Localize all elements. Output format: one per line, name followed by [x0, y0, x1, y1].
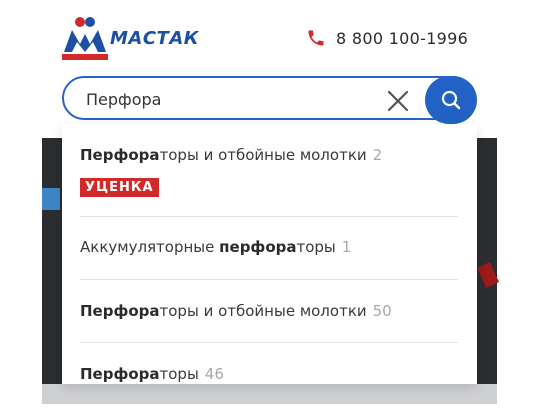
suggestion-rest: торы и отбойные молотки	[159, 146, 367, 164]
search-box	[62, 76, 474, 120]
suggestion-count: 1	[341, 238, 352, 256]
suggestion-item[interactable]: Перфораторы и отбойные молотки 50	[80, 302, 460, 320]
suggestion-item[interactable]: Перфораторы и отбойные молотки 2	[80, 146, 460, 164]
suggestion-match: Перфора	[80, 146, 160, 164]
header-phone[interactable]: 8 800 100-1996	[306, 28, 468, 48]
background-banner-right	[477, 138, 499, 384]
divider	[80, 279, 458, 280]
close-icon[interactable]	[385, 88, 411, 114]
discount-badge: УЦЕНКА	[80, 178, 159, 197]
suggestion-rest: торы	[296, 238, 336, 256]
suggestion-count: 2	[372, 146, 383, 164]
banner-decoration	[477, 262, 499, 288]
suggestion-match: Перфора	[80, 302, 160, 320]
banner-arrow-tab	[42, 188, 60, 210]
search-icon	[441, 90, 461, 110]
suggestion-item[interactable]: Аккумуляторные перфораторы 1	[80, 238, 460, 256]
search-button[interactable]	[425, 76, 477, 124]
divider	[80, 342, 458, 343]
phone-number: 8 800 100-1996	[336, 28, 469, 48]
phone-icon	[308, 30, 324, 46]
divider	[80, 216, 458, 217]
suggestion-count: 50	[372, 302, 392, 320]
background-banner-left	[42, 138, 62, 384]
suggestion-count: 46	[204, 365, 224, 383]
search-suggestions: Перфораторы и отбойные молотки 2 УЦЕНКА А…	[62, 124, 477, 384]
suggestion-rest: торы	[159, 365, 199, 383]
search-input[interactable]	[86, 88, 366, 110]
suggestion-rest: торы и отбойные молотки	[159, 302, 367, 320]
suggestion-match: Перфора	[80, 365, 160, 383]
suggestion-match: перфора	[219, 238, 297, 256]
suggestion-prefix: Аккумуляторные	[80, 238, 220, 256]
brand-name: МАСТАК	[110, 28, 199, 49]
suggestion-item[interactable]: Перфораторы 46	[80, 365, 460, 383]
background-strip	[42, 384, 497, 404]
